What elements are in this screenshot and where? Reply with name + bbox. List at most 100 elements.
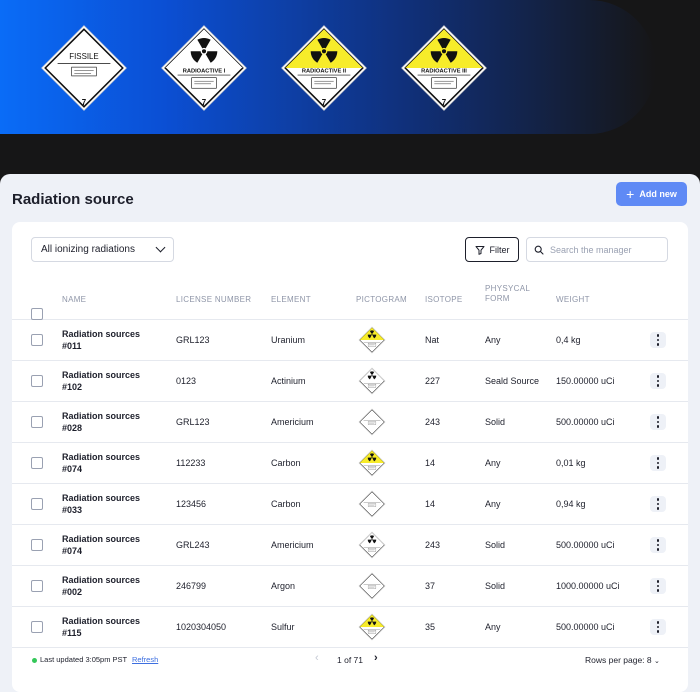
weight: 500.00000 uCi <box>556 540 615 550</box>
element: Americium <box>271 540 314 550</box>
source-name[interactable]: Radiation sources #074 <box>62 533 158 557</box>
row-checkbox[interactable] <box>31 498 43 510</box>
fissile-icon <box>358 572 386 600</box>
more-options-icon[interactable] <box>650 373 666 389</box>
header-name[interactable]: NAME <box>62 295 86 305</box>
table-row[interactable]: Radiation sources #002 246799 Argon 37 S… <box>12 566 688 607</box>
last-updated-text: Last updated 3:05pm PST <box>40 655 128 664</box>
header-weight[interactable]: WEIGHT <box>556 295 590 305</box>
fissile-icon <box>358 490 386 518</box>
table-row[interactable]: Radiation sources #074 GRL243 Americium … <box>12 525 688 566</box>
more-options-icon[interactable] <box>650 537 666 553</box>
row-checkbox[interactable] <box>31 375 43 387</box>
row-checkbox[interactable] <box>31 334 43 346</box>
radioactive-iii-class-number: 7 <box>442 98 447 107</box>
header-physical-form[interactable]: PHYSYCAL FORM <box>485 284 545 304</box>
header-license[interactable]: LICENSE NUMBER <box>176 295 251 305</box>
chevron-down-icon: ⌄ <box>654 658 660 665</box>
license-number: GRL123 <box>176 417 210 427</box>
row-checkbox[interactable] <box>31 416 43 428</box>
previous-page-icon[interactable]: ‹ <box>315 652 319 664</box>
filter-button[interactable]: Filter <box>465 237 519 262</box>
license-number: 112233 <box>176 458 206 468</box>
source-name[interactable]: Radiation sources #102 <box>62 369 158 393</box>
plus-icon: + <box>626 185 635 202</box>
weight: 1000.00000 uCi <box>556 581 620 591</box>
add-new-button[interactable]: + Add new <box>616 182 687 206</box>
more-options-icon[interactable] <box>650 414 666 430</box>
table-row[interactable]: Radiation sources #033 123456 Carbon 14 … <box>12 484 688 525</box>
filter-icon <box>475 245 484 255</box>
header-pictogram[interactable]: PICTOGRAM <box>356 295 407 305</box>
radioactive-white-icon <box>358 531 386 559</box>
more-options-icon[interactable] <box>650 455 666 471</box>
license-number: 246799 <box>176 581 207 591</box>
element: Uranium <box>271 335 306 345</box>
row-checkbox[interactable] <box>31 457 43 469</box>
header-element[interactable]: ELEMENT <box>271 295 311 305</box>
search-input[interactable] <box>550 244 660 255</box>
refresh-link[interactable]: Refresh <box>132 655 158 664</box>
source-name[interactable]: Radiation sources #028 <box>62 410 158 434</box>
license-number: 123456 <box>176 499 207 509</box>
row-checkbox[interactable] <box>31 621 43 633</box>
more-options-icon[interactable] <box>650 578 666 594</box>
radiation-type-value: All ionizing radiations <box>41 244 135 255</box>
source-name[interactable]: Radiation sources #033 <box>62 492 158 516</box>
table-panel: All ionizing radiations Filter NAME LICE… <box>12 222 688 692</box>
physical-form: Any <box>485 622 501 632</box>
more-options-icon[interactable] <box>650 332 666 348</box>
table-header: NAME LICENSE NUMBER ELEMENT PICTOGRAM IS… <box>12 278 688 320</box>
fissile-class-number: 7 <box>82 98 87 107</box>
table-row[interactable]: Radiation sources #074 112233 Carbon 14 … <box>12 443 688 484</box>
more-options-icon[interactable] <box>650 619 666 635</box>
element: Actinium <box>271 376 306 386</box>
page-indicator: 1 of 71 <box>337 655 363 665</box>
more-options-icon[interactable] <box>650 496 666 512</box>
radioactive-yellow-icon <box>358 449 386 477</box>
license-number: GRL123 <box>176 335 210 345</box>
add-new-label: Add new <box>639 189 677 199</box>
filter-label: Filter <box>489 244 510 255</box>
radioactive-white-icon <box>358 367 386 395</box>
source-name[interactable]: Radiation sources #074 <box>62 451 158 475</box>
radiation-source-card: Radiation source + Add new All ionizing … <box>0 174 700 692</box>
table-row[interactable]: Radiation sources #102 0123 Actinium 227… <box>12 361 688 402</box>
source-name[interactable]: Radiation sources #115 <box>62 615 158 639</box>
isotope: 14 <box>425 499 436 509</box>
radioactive-iii-hazard-label: RADIOACTIVE III 7 <box>400 24 488 112</box>
element: Americium <box>271 417 314 427</box>
radioactive-yellow-icon <box>358 326 386 354</box>
table-row[interactable]: Radiation sources #115 1020304050 Sulfur… <box>12 607 688 648</box>
table-footer: Last updated 3:05pm PST Refresh ‹ 1 of 7… <box>12 645 688 679</box>
isotope: 14 <box>425 458 436 468</box>
header-isotope[interactable]: ISOTOPE <box>425 295 463 305</box>
physical-form: Solid <box>485 540 506 550</box>
radioactive-yellow-icon <box>358 613 386 641</box>
search-icon <box>534 245 544 255</box>
element: Carbon <box>271 499 301 509</box>
license-number: 1020304050 <box>176 622 227 632</box>
search-box <box>526 237 668 262</box>
select-all-checkbox[interactable] <box>31 308 43 320</box>
weight: 0,94 kg <box>556 499 586 509</box>
weight: 0,01 kg <box>556 458 586 468</box>
page-title: Radiation source <box>12 191 134 208</box>
physical-form: Solid <box>485 417 506 427</box>
isotope: 37 <box>425 581 436 591</box>
physical-form: Any <box>485 335 501 345</box>
row-checkbox[interactable] <box>31 580 43 592</box>
radiation-type-select[interactable]: All ionizing radiations <box>31 237 174 262</box>
table-row[interactable]: Radiation sources #028 GRL123 Americium … <box>12 402 688 443</box>
physical-form: Solid <box>485 581 506 591</box>
isotope: 243 <box>425 540 441 550</box>
source-name[interactable]: Radiation sources #002 <box>62 574 158 598</box>
source-name[interactable]: Radiation sources #011 <box>62 328 158 352</box>
next-page-icon[interactable]: › <box>374 652 378 664</box>
rows-per-page-select[interactable]: Rows per page: 8 ⌄ <box>585 655 660 665</box>
table-row[interactable]: Radiation sources #011 GRL123 Uranium Na… <box>12 320 688 361</box>
weight: 150.00000 uCi <box>556 376 615 386</box>
row-checkbox[interactable] <box>31 539 43 551</box>
radioactive-ii-label-text: RADIOACTIVE II <box>302 68 347 74</box>
fissile-hazard-label: FISSILE 7 <box>40 24 128 112</box>
